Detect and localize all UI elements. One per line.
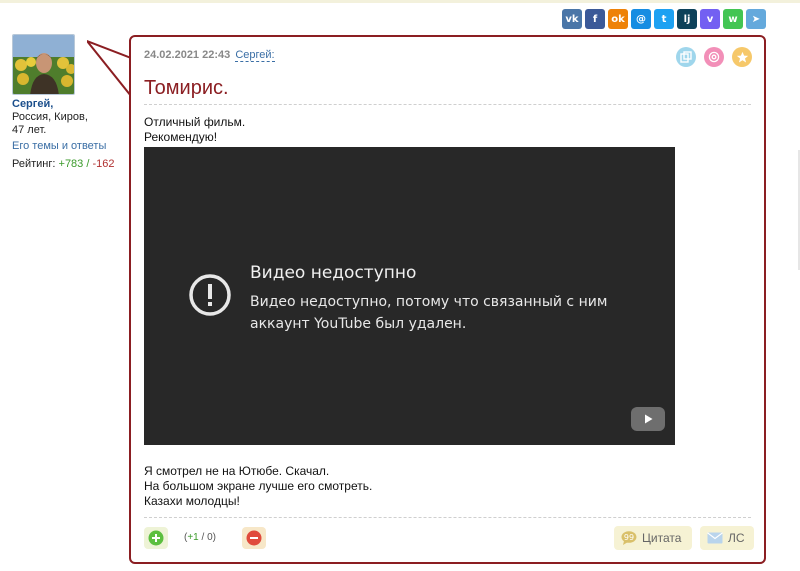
score-close: ) bbox=[212, 532, 216, 543]
author-topics-link[interactable]: Его темы и ответы bbox=[12, 140, 122, 153]
score-positive: +1 bbox=[187, 532, 199, 543]
post: 24.02.2021 22:43 Сергей: Томирис. Отличн… bbox=[129, 35, 766, 564]
post-text-line: Отличный фильм. bbox=[144, 115, 246, 129]
post-title: Томирис. bbox=[144, 77, 229, 99]
plus-icon bbox=[148, 530, 164, 546]
vote-score: (+1 / 0) bbox=[184, 532, 216, 543]
facebook-icon[interactable]: f bbox=[585, 9, 605, 29]
author-location: Россия, Киров, bbox=[12, 111, 88, 123]
copy-link-icon[interactable] bbox=[676, 47, 696, 67]
telegram-icon[interactable]: ➤ bbox=[746, 9, 766, 29]
vote-down-button[interactable] bbox=[242, 527, 266, 549]
youtube-logo-icon[interactable] bbox=[631, 407, 665, 431]
share-bar: vk f ok @ t lj v w ➤ bbox=[562, 9, 766, 29]
odnoklassniki-icon[interactable]: ok bbox=[608, 9, 628, 29]
minus-icon bbox=[246, 530, 262, 546]
post-header: 24.02.2021 22:43 Сергей: bbox=[144, 49, 275, 62]
post-text-line: Я смотрел не на Ютюбе. Скачал. bbox=[144, 464, 330, 478]
avatar[interactable] bbox=[12, 34, 75, 95]
post-text-line: Казахи молодцы! bbox=[144, 494, 240, 508]
mention-icon[interactable] bbox=[704, 47, 724, 67]
vote-up-button[interactable] bbox=[144, 527, 168, 549]
livejournal-icon[interactable]: lj bbox=[677, 9, 697, 29]
rating-positive: +783 bbox=[58, 158, 84, 170]
quote-bubble-icon: 99 bbox=[621, 531, 637, 545]
post-datetime: 24.02.2021 22:43 bbox=[144, 49, 231, 61]
twitter-icon[interactable]: t bbox=[654, 9, 674, 29]
alert-icon bbox=[189, 274, 231, 316]
author-rating: Рейтинг: +783 / -162 bbox=[12, 158, 122, 171]
private-message-button[interactable]: ЛС bbox=[700, 526, 754, 550]
avatar-image bbox=[13, 35, 74, 94]
vk-icon[interactable]: vk bbox=[562, 9, 582, 29]
quote-button[interactable]: 99 Цитата bbox=[614, 526, 692, 550]
footer-divider bbox=[144, 517, 751, 518]
favorite-star-icon[interactable] bbox=[732, 47, 752, 67]
moimir-icon[interactable]: @ bbox=[631, 9, 651, 29]
rating-label: Рейтинг: bbox=[12, 158, 56, 170]
post-text-line: Рекомендую! bbox=[144, 130, 218, 144]
svg-text:99: 99 bbox=[624, 533, 634, 542]
video-embed[interactable]: Видео недоступно Видео недоступно, потом… bbox=[144, 147, 675, 445]
video-title: Видео недоступно bbox=[250, 263, 417, 283]
whatsapp-icon[interactable]: w bbox=[723, 9, 743, 29]
top-strip bbox=[0, 0, 800, 3]
post-footer: (+1 / 0) 99 Цитата ЛС bbox=[144, 525, 754, 551]
video-message: Видео недоступно, потому что связанный с… bbox=[250, 294, 608, 332]
score-separator: / bbox=[198, 532, 208, 543]
post-actions bbox=[676, 47, 752, 67]
author-age: 47 лет. bbox=[12, 124, 47, 136]
post-author-link[interactable]: Сергей: bbox=[235, 49, 275, 62]
quote-label: Цитата bbox=[642, 531, 682, 545]
viber-icon[interactable]: v bbox=[700, 9, 720, 29]
rating-separator: / bbox=[86, 158, 90, 170]
speech-bubble-tail bbox=[87, 40, 133, 97]
post-text-line: На большом экране лучше его смотреть. bbox=[144, 479, 373, 493]
private-message-label: ЛС bbox=[728, 531, 745, 545]
envelope-icon bbox=[707, 532, 723, 544]
post-outro: Я смотрел не на Ютюбе. Скачал. На большо… bbox=[144, 464, 372, 509]
rating-negative: -162 bbox=[92, 158, 115, 170]
post-intro: Отличный фильм. Рекомендую! bbox=[144, 115, 245, 145]
title-divider bbox=[144, 104, 751, 105]
